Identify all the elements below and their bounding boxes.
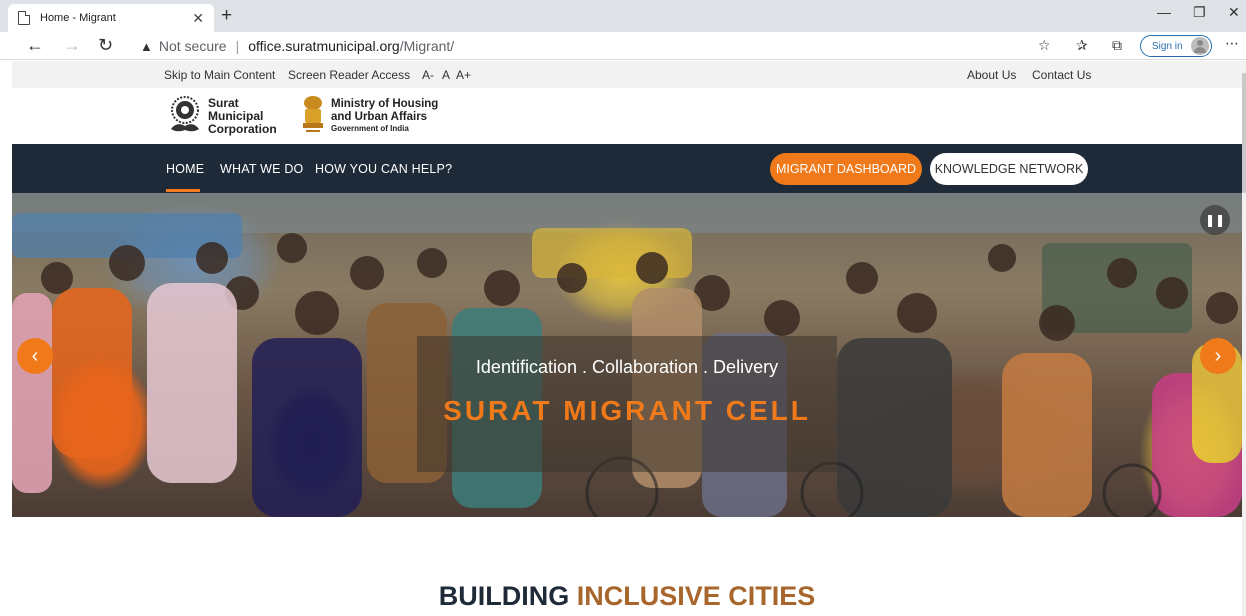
mohua-line-3: Government of India	[331, 124, 409, 133]
browser-tab-bar: Home - Migrant ✕ + — ❐ ✕	[0, 0, 1246, 32]
url-separator: |	[235, 38, 240, 54]
scrollbar-thumb[interactable]	[1242, 73, 1246, 193]
heading-part-1: BUILDING	[438, 581, 577, 611]
utility-bar: Skip to Main Content Screen Reader Acces…	[12, 61, 1242, 88]
section-heading: BUILDING INCLUSIVE CITIES	[12, 581, 1242, 612]
reload-icon[interactable]: ↻	[98, 35, 113, 56]
minimize-icon[interactable]: —	[1157, 4, 1171, 20]
more-icon[interactable]: ⋯	[1225, 35, 1239, 52]
migrant-dashboard-button[interactable]: MIGRANT DASHBOARD	[770, 153, 922, 185]
mohua-line-1: Ministry of Housing	[331, 98, 439, 110]
url-field[interactable]: ▲ Not secure | office.suratmunicipal.org…	[128, 34, 1128, 58]
security-status: Not secure	[158, 38, 227, 54]
back-icon[interactable]: ←	[26, 35, 44, 56]
heading-part-2: INCLUSIVE CITIES	[576, 581, 816, 611]
plus-icon[interactable]: +	[221, 5, 232, 27]
collections-icon[interactable]: ⧉	[1112, 37, 1122, 54]
forward-icon[interactable]: →	[63, 35, 81, 56]
close-icon[interactable]: ✕	[192, 10, 204, 27]
chevron-right-icon[interactable]: ›	[1200, 338, 1236, 374]
logo-bar: Surat Municipal Corporation Ministry of …	[12, 88, 1242, 144]
browser-tab[interactable]: Home - Migrant ✕	[8, 4, 214, 32]
main-navigation: HOME WHAT WE DO HOW YOU CAN HELP? MIGRAN…	[12, 144, 1242, 193]
favorites-add-icon[interactable]: ☆	[1038, 37, 1051, 54]
url-path: /Migrant/	[399, 38, 455, 54]
page-icon	[18, 11, 30, 25]
web-page: Skip to Main Content Screen Reader Acces…	[12, 61, 1242, 616]
font-increase-button[interactable]: A+	[456, 68, 471, 82]
screen-reader-link[interactable]: Screen Reader Access	[288, 68, 410, 82]
nav-what-we-do[interactable]: WHAT WE DO	[220, 162, 303, 176]
url-host: office.suratmunicipal.org	[248, 38, 400, 54]
hero-tagline: Identification . Collaboration . Deliver…	[475, 357, 779, 377]
knowledge-network-button[interactable]: KNOWLEDGE NETWORK	[930, 153, 1088, 185]
sign-in-button[interactable]: Sign in	[1140, 35, 1212, 57]
smc-emblem-icon[interactable]	[167, 95, 203, 135]
tab-title: Home - Migrant	[40, 12, 116, 24]
smc-line-3: Corporation	[208, 122, 277, 136]
pause-icon[interactable]: ❚❚	[1200, 205, 1230, 235]
nav-home[interactable]: HOME	[166, 162, 204, 176]
window-close-icon[interactable]: ✕	[1228, 4, 1240, 21]
national-emblem-icon[interactable]	[299, 95, 327, 137]
hero-title: SURAT MIGRANT CELL	[443, 395, 811, 426]
font-normal-button[interactable]: A	[442, 68, 450, 82]
page-scrollbar[interactable]	[1242, 61, 1246, 616]
contact-us-link[interactable]: Contact Us	[1032, 68, 1091, 82]
font-decrease-button[interactable]: A-	[422, 68, 434, 82]
skip-to-main-link[interactable]: Skip to Main Content	[164, 68, 275, 82]
mohua-line-2: and Urban Affairs	[331, 111, 428, 123]
about-us-link[interactable]: About Us	[967, 68, 1016, 82]
sign-in-label: Sign in	[1152, 40, 1183, 52]
smc-name: Surat Municipal Corporation	[208, 97, 277, 136]
chevron-left-icon[interactable]: ‹	[17, 338, 53, 374]
favorites-icon[interactable]: ✰	[1076, 37, 1088, 54]
avatar	[1191, 37, 1209, 55]
warning-icon: ▲	[140, 38, 153, 54]
hero-carousel: Identification . Collaboration . Deliver…	[12, 193, 1242, 517]
mohua-name: Ministry of Housing and Urban Affairs Go…	[331, 98, 438, 134]
restore-icon[interactable]: ❐	[1193, 4, 1206, 21]
address-bar: ← → ↻ ▲ Not secure | office.suratmunicip…	[0, 32, 1246, 60]
nav-active-indicator	[166, 189, 200, 192]
nav-how-you-can-help[interactable]: HOW YOU CAN HELP?	[315, 162, 452, 176]
